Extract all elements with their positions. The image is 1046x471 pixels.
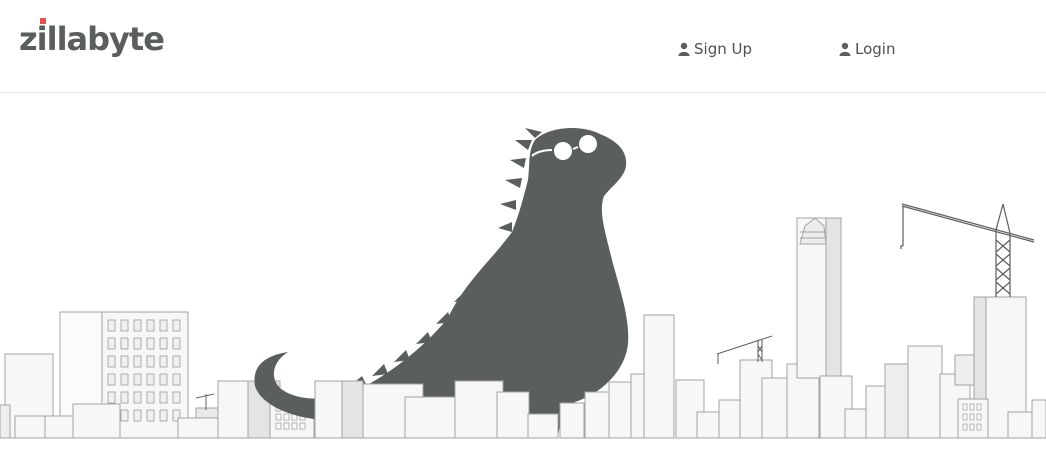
login-link[interactable]: Login	[839, 40, 895, 58]
building	[496, 391, 530, 439]
hero-illustration	[0, 94, 1046, 466]
dinosaur-mascot	[254, 128, 629, 438]
sign-up-label: Sign Up	[694, 40, 752, 58]
building	[1031, 399, 1046, 439]
building	[608, 381, 632, 439]
building	[527, 413, 559, 439]
building	[404, 396, 456, 439]
building	[559, 402, 585, 439]
building	[761, 377, 789, 439]
building	[14, 415, 46, 439]
sign-up-link[interactable]: Sign Up	[678, 40, 752, 58]
site-header: zillabyte Sign Up Login	[0, 0, 1046, 93]
crane-large	[900, 203, 1035, 297]
city-skyline-illustration	[0, 128, 1046, 439]
logo-text: zillabyte	[19, 20, 165, 58]
building	[907, 345, 943, 439]
building	[584, 391, 610, 439]
building	[630, 373, 646, 439]
user-icon	[678, 42, 690, 56]
logo-accent-dot	[40, 18, 46, 24]
login-label: Login	[855, 40, 896, 58]
building	[454, 380, 504, 439]
building	[643, 314, 675, 439]
building	[44, 415, 76, 439]
zillabyte-logo[interactable]: zillabyte	[19, 16, 165, 62]
user-icon	[839, 42, 851, 56]
building	[72, 403, 121, 439]
